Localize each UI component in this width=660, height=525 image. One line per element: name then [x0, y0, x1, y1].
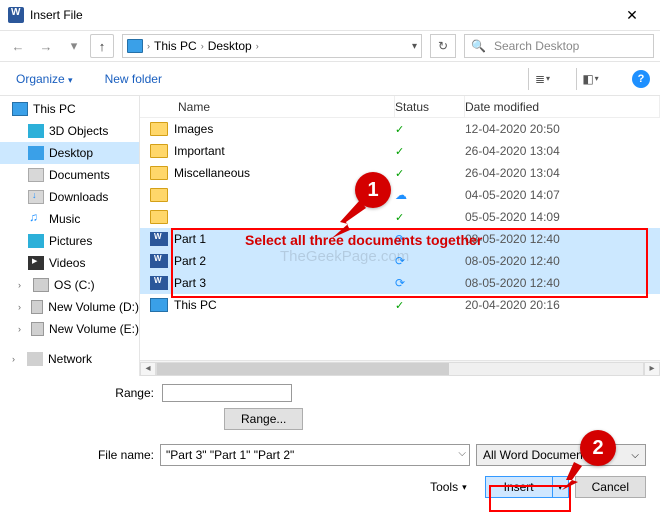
search-box[interactable]: 🔍 — [464, 34, 654, 58]
breadcrumb[interactable]: › This PC › Desktop › ▾ — [122, 34, 422, 58]
close-button[interactable]: ✕ — [612, 7, 652, 24]
sidebar-item-new-volume-d-[interactable]: ›New Volume (D:) — [0, 296, 139, 318]
status-icon — [395, 210, 404, 224]
help-button[interactable]: ? — [632, 70, 650, 88]
sidebar-item-pictures[interactable]: Pictures — [0, 230, 139, 252]
file-row[interactable]: Miscellaneous26-04-2020 13:04 — [140, 162, 660, 184]
filename-combo[interactable]: ⌵ — [160, 444, 470, 466]
annotation-text: Select all three documents together — [245, 232, 535, 248]
view-details-icon[interactable]: ≣▾ — [528, 68, 556, 90]
folder-icon — [150, 188, 168, 202]
breadcrumb-item[interactable]: Desktop — [208, 39, 252, 53]
horizontal-scrollbar[interactable]: ◂ ▸ — [140, 360, 660, 376]
window-title: Insert File — [30, 8, 612, 22]
status-icon — [395, 298, 404, 312]
search-input[interactable] — [492, 38, 651, 54]
word-icon — [150, 232, 168, 246]
filetype-filter[interactable]: All Word Documents⌵ — [476, 444, 646, 466]
col-status[interactable]: Status — [395, 96, 465, 117]
search-icon: 🔍 — [471, 39, 486, 53]
cube-icon — [28, 124, 44, 138]
forward-button: → — [34, 34, 58, 58]
breadcrumb-item[interactable]: This PC — [154, 39, 197, 53]
desk-icon — [28, 146, 44, 160]
history-dropdown[interactable]: ▾ — [62, 34, 86, 58]
sidebar-item-os-c-[interactable]: ›OS (C:) — [0, 274, 139, 296]
sidebar-item-downloads[interactable]: Downloads — [0, 186, 139, 208]
breadcrumb-dropdown[interactable]: ▾ — [412, 41, 417, 52]
column-headers[interactable]: Name Status Date modified — [140, 96, 660, 118]
sidebar-item-videos[interactable]: Videos — [0, 252, 139, 274]
nav-toolbar: ← → ▾ ↑ › This PC › Desktop › ▾ ↻ 🔍 — [0, 30, 660, 62]
range-label: Range: — [14, 386, 154, 400]
status-icon — [395, 122, 404, 136]
filename-dropdown-icon[interactable]: ⌵ — [458, 448, 466, 459]
back-button[interactable]: ← — [6, 34, 30, 58]
sidebar-network[interactable]: ›Network — [0, 348, 139, 370]
organize-menu[interactable]: Organize ▾ — [10, 70, 79, 88]
range-button[interactable]: Range... — [224, 408, 303, 430]
folder-icon — [150, 166, 168, 180]
filename-input[interactable] — [160, 444, 470, 466]
folder-icon — [150, 210, 168, 224]
nav-sidebar: This PC 3D ObjectsDesktopDocumentsDownlo… — [0, 96, 140, 376]
word-app-icon — [8, 7, 24, 23]
command-bar: Organize ▾ New folder ≣▾ ◧▾ ? — [0, 62, 660, 96]
file-row[interactable]: 05-05-2020 14:09 — [140, 206, 660, 228]
dl-icon — [28, 190, 44, 204]
pic-icon — [28, 234, 44, 248]
range-input[interactable] — [162, 384, 292, 402]
folder-icon — [150, 122, 168, 136]
sidebar-item-music[interactable]: Music — [0, 208, 139, 230]
status-icon — [395, 144, 404, 158]
title-bar: Insert File ✕ — [0, 0, 660, 30]
up-button[interactable]: ↑ — [90, 34, 114, 58]
pc-icon — [150, 298, 168, 312]
annotation-arrow-2 — [562, 462, 592, 492]
pc-icon — [127, 39, 143, 53]
status-icon — [395, 166, 404, 180]
sidebar-item-new-volume-e-[interactable]: ›New Volume (E:) — [0, 318, 139, 340]
tools-menu[interactable]: Tools▾ — [430, 480, 467, 494]
sidebar-this-pc[interactable]: This PC — [0, 98, 139, 120]
scroll-right[interactable]: ▸ — [644, 362, 660, 376]
annotation-arrow-1 — [330, 200, 370, 240]
col-date[interactable]: Date modified — [465, 96, 660, 117]
vid-icon — [28, 256, 44, 270]
preview-pane-icon[interactable]: ◧▾ — [576, 68, 604, 90]
doc-icon — [28, 168, 44, 182]
mus-icon — [28, 212, 44, 226]
scroll-thumb[interactable] — [157, 363, 449, 375]
word-icon — [150, 276, 168, 290]
sidebar-item-desktop[interactable]: Desktop — [0, 142, 139, 164]
filename-label: File name: — [14, 448, 154, 462]
sidebar-item-documents[interactable]: Documents — [0, 164, 139, 186]
scroll-left[interactable]: ◂ — [140, 362, 156, 376]
annotation-insert-box — [489, 485, 571, 512]
file-row[interactable]: 04-05-2020 14:07 — [140, 184, 660, 206]
drv-icon — [31, 322, 44, 336]
sidebar-item-3d-objects[interactable]: 3D Objects — [0, 120, 139, 142]
file-row[interactable]: Important26-04-2020 13:04 — [140, 140, 660, 162]
drv-icon — [33, 278, 49, 292]
annotation-marker-2: 2 — [580, 430, 616, 466]
new-folder-button[interactable]: New folder — [99, 70, 168, 88]
word-icon — [150, 254, 168, 268]
col-name[interactable]: Name — [150, 96, 395, 117]
refresh-button[interactable]: ↻ — [430, 34, 456, 58]
drv-icon — [31, 300, 44, 314]
file-row[interactable]: Images12-04-2020 20:50 — [140, 118, 660, 140]
folder-icon — [150, 144, 168, 158]
status-icon — [395, 188, 407, 202]
